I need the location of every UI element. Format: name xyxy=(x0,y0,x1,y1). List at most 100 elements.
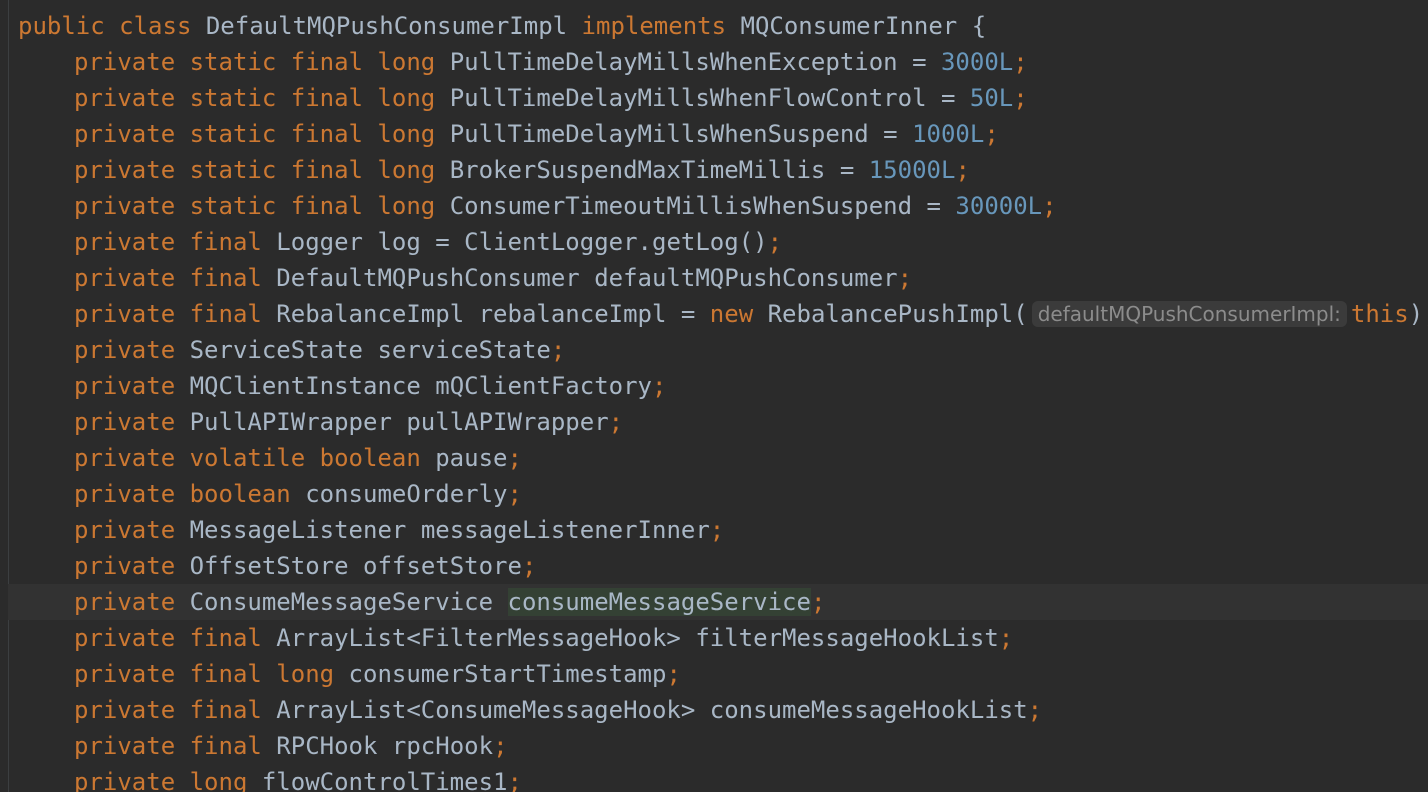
code-line-7[interactable]: private final Logger log = ClientLogger.… xyxy=(18,224,1428,260)
code-line-4[interactable]: private static final long PullTimeDelayM… xyxy=(18,116,1428,152)
type-name[interactable]: ArrayList<ConsumeMessageHook> xyxy=(276,696,695,724)
type-name[interactable]: ConsumeMessageService xyxy=(190,588,493,616)
modifiers: private final xyxy=(74,300,262,328)
type-name[interactable]: ArrayList<FilterMessageHook> xyxy=(276,624,681,652)
modifiers: private xyxy=(74,552,176,580)
field-name[interactable]: ConsumerTimeoutMillisWhenSuspend xyxy=(450,192,912,220)
field-name[interactable]: pause xyxy=(435,444,507,472)
field-name[interactable]: PullTimeDelayMillsWhenSuspend xyxy=(450,120,869,148)
field-name[interactable]: consumeOrderly xyxy=(305,480,507,508)
code-line-8[interactable]: private final DefaultMQPushConsumer defa… xyxy=(18,260,1428,296)
operator: = xyxy=(680,300,696,328)
modifiers: private final xyxy=(74,624,262,652)
type-name[interactable]: OffsetStore xyxy=(190,552,349,580)
type-name[interactable]: ServiceState xyxy=(190,336,363,364)
keyword: implements xyxy=(581,12,727,40)
field-name-highlighted[interactable]: consumeMessageService xyxy=(507,588,811,616)
code-line-16[interactable]: private OffsetStore offsetStore; xyxy=(18,548,1428,584)
keyword: new xyxy=(709,300,754,328)
modifiers: private xyxy=(74,516,176,544)
code-area[interactable]: public class DefaultMQPushConsumerImpl i… xyxy=(8,8,1428,792)
code-line-9[interactable]: private final RebalanceImpl rebalanceImp… xyxy=(18,296,1428,332)
semicolon: ; xyxy=(493,732,508,760)
semicolon: ; xyxy=(507,768,522,792)
field-name[interactable]: rpcHook xyxy=(392,732,493,760)
field-name[interactable]: mQClientFactory xyxy=(435,372,652,400)
semicolon: ; xyxy=(652,372,667,400)
type-name[interactable]: MQClientInstance xyxy=(190,372,421,400)
code-line-18[interactable]: private final ArrayList<FilterMessageHoo… xyxy=(18,620,1428,656)
semicolon: ; xyxy=(507,444,522,472)
semicolon: ; xyxy=(897,264,913,292)
modifiers: private xyxy=(74,372,176,400)
class-name[interactable]: DefaultMQPushConsumerImpl xyxy=(206,12,567,40)
modifiers: private static final long xyxy=(74,84,436,112)
constructor-call[interactable]: RebalancePushImpl( xyxy=(768,300,1028,328)
field-name[interactable]: offsetStore xyxy=(363,552,522,580)
field-name[interactable]: PullTimeDelayMillsWhenException xyxy=(450,48,898,76)
code-line-5[interactable]: private static final long BrokerSuspendM… xyxy=(18,152,1428,188)
code-line-21[interactable]: private final RPCHook rpcHook; xyxy=(18,728,1428,764)
field-name[interactable]: PullTimeDelayMillsWhenFlowControl xyxy=(450,84,927,112)
field-name[interactable]: rebalanceImpl xyxy=(479,300,667,328)
semicolon: ; xyxy=(1042,192,1057,220)
operator: = xyxy=(883,120,898,148)
modifiers: private xyxy=(74,408,176,436)
field-name[interactable]: pullAPIWrapper xyxy=(406,408,608,436)
field-name[interactable]: filterMessageHookList xyxy=(695,624,998,652)
operator: = xyxy=(839,156,855,184)
semicolon: ; xyxy=(666,660,681,688)
code-line-10[interactable]: private ServiceState serviceState; xyxy=(18,332,1428,368)
code-line-2[interactable]: private static final long PullTimeDelayM… xyxy=(18,44,1428,80)
code-line-13[interactable]: private volatile boolean pause; xyxy=(18,440,1428,476)
number-literal: 3000L xyxy=(940,48,1014,76)
field-name[interactable]: consumeMessageHookList xyxy=(710,696,1028,724)
semicolon: ; xyxy=(1013,84,1028,112)
semicolon: ; xyxy=(984,120,999,148)
modifiers: private static final long xyxy=(74,48,436,76)
brace: { xyxy=(971,12,987,40)
interface-name[interactable]: MQConsumerInner xyxy=(741,12,958,40)
code-editor[interactable]: public class DefaultMQPushConsumerImpl i… xyxy=(0,0,1428,792)
code-line-15[interactable]: private MessageListener messageListenerI… xyxy=(18,512,1428,548)
type-name[interactable]: PullAPIWrapper xyxy=(190,408,392,436)
type-name[interactable]: RPCHook xyxy=(276,732,377,760)
field-name[interactable]: log xyxy=(377,228,420,256)
modifiers: private final xyxy=(74,264,262,292)
type-name[interactable]: DefaultMQPushConsumer xyxy=(276,264,579,292)
field-name[interactable]: serviceState xyxy=(377,336,550,364)
type-name[interactable]: RebalanceImpl xyxy=(276,300,464,328)
semicolon: ; xyxy=(955,156,970,184)
field-name[interactable]: consumerStartTimestamp xyxy=(349,660,667,688)
code-line-3[interactable]: private static final long PullTimeDelayM… xyxy=(18,80,1428,116)
type-name[interactable]: Logger xyxy=(276,228,363,256)
code-line-6[interactable]: private static final long ConsumerTimeou… xyxy=(18,188,1428,224)
modifiers: private final xyxy=(74,732,262,760)
field-name[interactable]: defaultMQPushConsumer xyxy=(594,264,897,292)
code-line-1[interactable]: public class DefaultMQPushConsumerImpl i… xyxy=(18,8,1428,44)
modifiers: private boolean xyxy=(74,480,291,508)
number-literal: 15000L xyxy=(868,156,956,184)
semicolon: ; xyxy=(507,480,522,508)
code-line-14[interactable]: private boolean consumeOrderly; xyxy=(18,476,1428,512)
field-name[interactable]: messageListenerInner xyxy=(421,516,710,544)
field-name[interactable]: flowControlTimes1 xyxy=(262,768,508,792)
modifiers: private static final long xyxy=(74,156,436,184)
modifiers: private static final long xyxy=(74,192,436,220)
close-paren: ) xyxy=(1408,300,1424,328)
code-line-19[interactable]: private final long consumerStartTimestam… xyxy=(18,656,1428,692)
code-line-20[interactable]: private final ArrayList<ConsumeMessageHo… xyxy=(18,692,1428,728)
code-line-11[interactable]: private MQClientInstance mQClientFactory… xyxy=(18,368,1428,404)
code-line-17-current[interactable]: private ConsumeMessageService consumeMes… xyxy=(8,584,1428,620)
type-name[interactable]: MessageListener xyxy=(190,516,407,544)
semicolon: ; xyxy=(1013,48,1028,76)
operator: = xyxy=(912,48,927,76)
modifiers: private long xyxy=(74,768,248,792)
keyword: class xyxy=(119,12,192,40)
field-name[interactable]: BrokerSuspendMaxTimeMillis xyxy=(450,156,826,184)
code-line-22[interactable]: private long flowControlTimes1; xyxy=(18,764,1428,792)
code-line-12[interactable]: private PullAPIWrapper pullAPIWrapper; xyxy=(18,404,1428,440)
operator: = xyxy=(926,192,941,220)
initializer[interactable]: = ClientLogger.getLog() xyxy=(435,228,767,256)
modifiers: private final xyxy=(74,228,262,256)
